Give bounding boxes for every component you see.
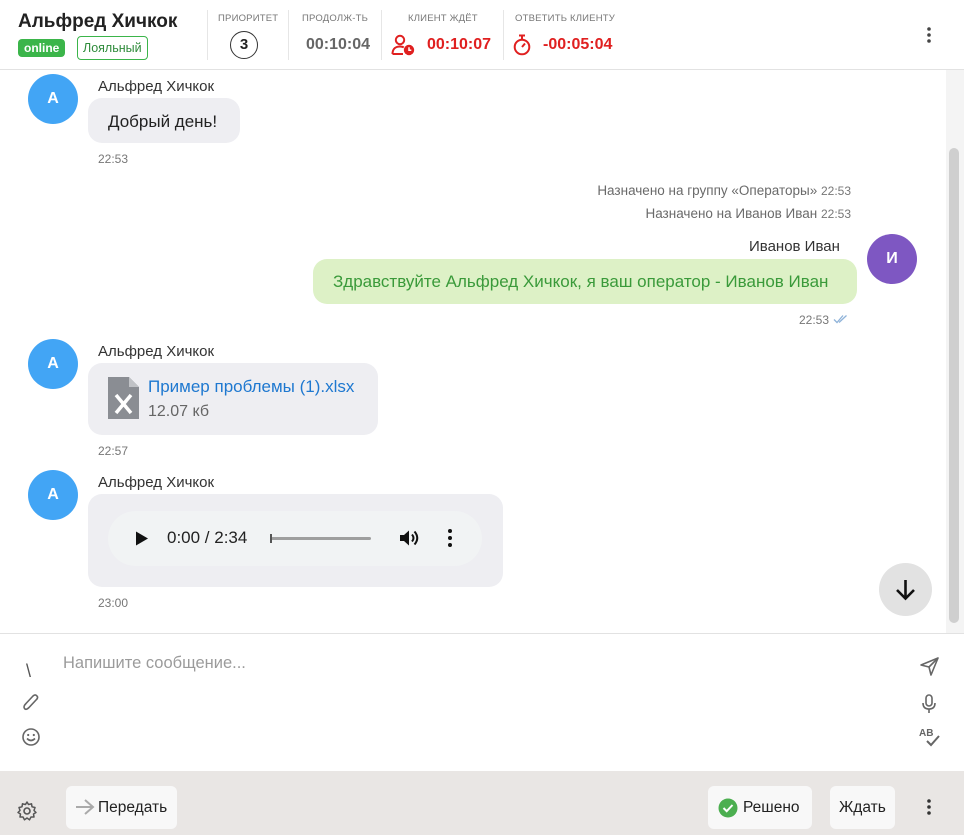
message-time: 22:53 (799, 313, 830, 327)
action-footer: Передать Решено Ждать (0, 771, 964, 835)
quick-command-icon[interactable]: \ (26, 661, 31, 682)
transfer-button-label: Передать (98, 799, 168, 816)
resolved-button-label: Решено (743, 799, 800, 816)
message-time: 23:00 (98, 596, 129, 610)
system-event-time: 22:53 (820, 207, 851, 221)
audio-progress-thumb[interactable] (270, 534, 272, 543)
message-list[interactable]: А Альфред Хичкок Добрый день! 22:53 Назн… (0, 70, 964, 633)
message-text: Добрый день! (108, 112, 218, 131)
avatar: А (28, 470, 78, 520)
microphone-icon[interactable] (920, 693, 938, 715)
audio-more-icon[interactable] (442, 528, 458, 550)
loyalty-badge: Лояльный (77, 36, 148, 60)
attach-icon[interactable] (21, 692, 41, 714)
client-waits-label: КЛИЕНТ ЖДЁТ (408, 13, 478, 24)
system-event: Назначено на группу «Операторы» 22:53 (597, 183, 851, 198)
wait-button[interactable]: Ждать (830, 786, 895, 829)
play-icon[interactable] (135, 531, 149, 546)
audio-progress-bar[interactable] (271, 537, 371, 540)
online-status-badge: online (18, 39, 66, 57)
volume-icon[interactable] (399, 528, 421, 548)
scrollbar-thumb[interactable] (949, 148, 959, 623)
message-input[interactable]: Напишите сообщение... (63, 654, 246, 673)
message-sender: Альфред Хичкок (98, 78, 215, 95)
settings-gear-icon[interactable] (16, 800, 38, 822)
divider (207, 10, 208, 60)
avatar: И (867, 234, 917, 284)
avatar: А (28, 74, 78, 124)
message-sender: Альфред Хичкок (98, 343, 215, 360)
message-text: Здравствуйте Альфред Хичкок, я ваш опера… (333, 272, 829, 291)
send-icon[interactable] (919, 656, 940, 677)
system-event-time: 22:53 (820, 184, 851, 198)
spellcheck-icon[interactable]: AB (918, 726, 942, 748)
resolved-button[interactable]: Решено (708, 786, 812, 829)
excel-file-icon[interactable] (108, 377, 139, 419)
wait-button-label: Ждать (839, 799, 886, 816)
divider (288, 10, 289, 60)
priority-value: 3 (230, 31, 258, 59)
message-time: 22:53 (98, 152, 129, 166)
message-time: 22:57 (98, 444, 129, 458)
double-check-icon (833, 315, 847, 324)
duration-value: 00:10:04 (306, 36, 371, 53)
system-event: Назначено на Иванов Иван 22:53 (645, 206, 851, 221)
footer-more-icon[interactable] (918, 796, 940, 818)
scroll-down-button[interactable] (879, 563, 932, 616)
file-link[interactable]: Пример проблемы (1).xlsx (148, 377, 354, 397)
system-event-text: Назначено на группу «Операторы» (597, 183, 818, 198)
message-sender: Альфред Хичкок (98, 474, 215, 491)
system-event-text: Назначено на Иванов Иван (645, 206, 818, 221)
avatar: А (28, 339, 78, 389)
duration-label: ПРОДОЛЖ-ТЬ (302, 13, 369, 24)
more-vertical-icon[interactable] (918, 24, 940, 46)
client-waits-value: 00:10:07 (427, 36, 492, 53)
client-name: Альфред Хичкок (18, 11, 178, 32)
divider (381, 10, 382, 60)
chat-window: Альфред Хичкок online Лояльный ПРИОРИТЕТ… (0, 0, 964, 835)
arrow-down-icon (896, 580, 915, 601)
emoji-icon[interactable] (21, 727, 41, 747)
message-sender: Иванов Иван (749, 238, 840, 255)
chat-header: Альфред Хичкок online Лояльный ПРИОРИТЕТ… (0, 0, 964, 70)
transfer-button[interactable]: Передать (66, 786, 177, 829)
audio-player[interactable]: 0:00 / 2:34 (108, 511, 482, 566)
divider (503, 10, 504, 60)
stopwatch-icon (513, 34, 531, 56)
priority-label: ПРИОРИТЕТ (218, 13, 279, 24)
arrow-right-icon (76, 799, 95, 815)
message-composer: \ Напишите сообщение... AB (0, 633, 964, 771)
audio-time: 0:00 / 2:34 (167, 528, 248, 547)
reply-label: ОТВЕТИТЬ КЛИЕНТУ (515, 13, 616, 24)
svg-text:AB: AB (919, 728, 933, 739)
user-clock-icon (391, 34, 415, 56)
check-circle-icon (718, 798, 738, 818)
file-size: 12.07 кб (148, 403, 209, 420)
reply-countdown-value: -00:05:04 (543, 36, 613, 53)
